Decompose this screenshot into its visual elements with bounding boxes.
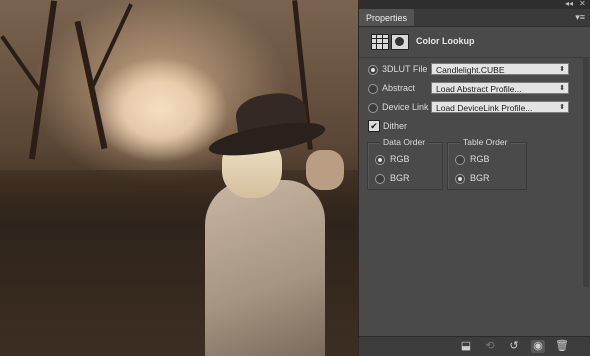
table-order-group: Table Order RGB BGR (447, 137, 527, 190)
radio-label-device-link: Device Link (382, 102, 429, 112)
visibility-icon[interactable]: ◉ (531, 340, 545, 353)
table-order-rgb-label: RGB (470, 154, 490, 164)
tree-branch (0, 35, 44, 95)
radio-label-abstract: Abstract (382, 83, 416, 93)
table-order-bgr-label: BGR (470, 173, 490, 183)
radio-label-3dlut: 3DLUT File (382, 64, 428, 74)
collapse-arrows-icon[interactable]: ◂◂ (565, 0, 573, 8)
adjustment-layer-icon[interactable] (371, 34, 389, 50)
clip-to-layer-icon[interactable]: ⬓ (459, 340, 473, 353)
data-order-rgb-label: RGB (390, 154, 410, 164)
panel-bottom-bar: ⬓ ⟲ ↺ ◉ 🗑 (359, 336, 590, 356)
person-body (205, 180, 325, 356)
data-order-bgr-label: BGR (390, 173, 410, 183)
reset-icon[interactable]: ↺ (507, 340, 521, 353)
panel-header: Color Lookup (359, 27, 590, 58)
radio-abstract[interactable] (368, 84, 378, 94)
3dlut-file-select[interactable]: Candlelight.CUBE ⬍ (431, 63, 569, 75)
close-icon[interactable]: ✕ (579, 0, 586, 8)
panel-title: Color Lookup (416, 36, 475, 46)
devicelink-profile-select[interactable]: Load DeviceLink Profile... ⬍ (431, 101, 569, 113)
person-hand (306, 150, 344, 190)
layer-mask-icon[interactable] (391, 34, 409, 50)
data-order-rgb-radio[interactable] (375, 155, 385, 165)
table-order-rgb-radio[interactable] (455, 155, 465, 165)
properties-panel: ◂◂ ✕ Properties ▾≡ Color Lookup 3DLUT Fi… (358, 0, 590, 356)
panel-menu-icon[interactable]: ▾≡ (575, 12, 585, 23)
select-arrow-icon: ⬍ (559, 85, 565, 92)
dither-checkbox[interactable]: ✔ (368, 120, 380, 132)
view-previous-icon[interactable]: ⟲ (483, 340, 497, 353)
tab-row: Properties ▾≡ (359, 9, 590, 27)
tree-branch (91, 3, 133, 87)
table-order-title: Table Order (460, 137, 511, 147)
select-arrow-icon: ⬍ (559, 66, 565, 73)
panel-topbar: ◂◂ ✕ (359, 0, 590, 9)
radio-device-link[interactable] (368, 103, 378, 113)
data-order-bgr-radio[interactable] (375, 174, 385, 184)
panel-scrollbar[interactable] (583, 57, 589, 287)
abstract-profile-select[interactable]: Load Abstract Profile... ⬍ (431, 82, 569, 94)
data-order-group: Data Order RGB BGR (367, 137, 443, 190)
select-value: Candlelight.CUBE (436, 65, 505, 75)
tab-properties[interactable]: Properties (359, 9, 415, 26)
radio-3dlut-file[interactable] (368, 65, 378, 75)
dither-label: Dither (383, 121, 408, 131)
panel-content: 3DLUT File Candlelight.CUBE ⬍ Abstract L… (359, 58, 590, 338)
photo-canvas (0, 0, 358, 356)
table-order-bgr-radio[interactable] (455, 174, 465, 184)
select-value: Load Abstract Profile... (436, 84, 522, 94)
trash-icon[interactable]: 🗑 (555, 340, 569, 353)
select-arrow-icon: ⬍ (559, 104, 565, 111)
select-value: Load DeviceLink Profile... (436, 103, 533, 113)
data-order-title: Data Order (380, 137, 429, 147)
